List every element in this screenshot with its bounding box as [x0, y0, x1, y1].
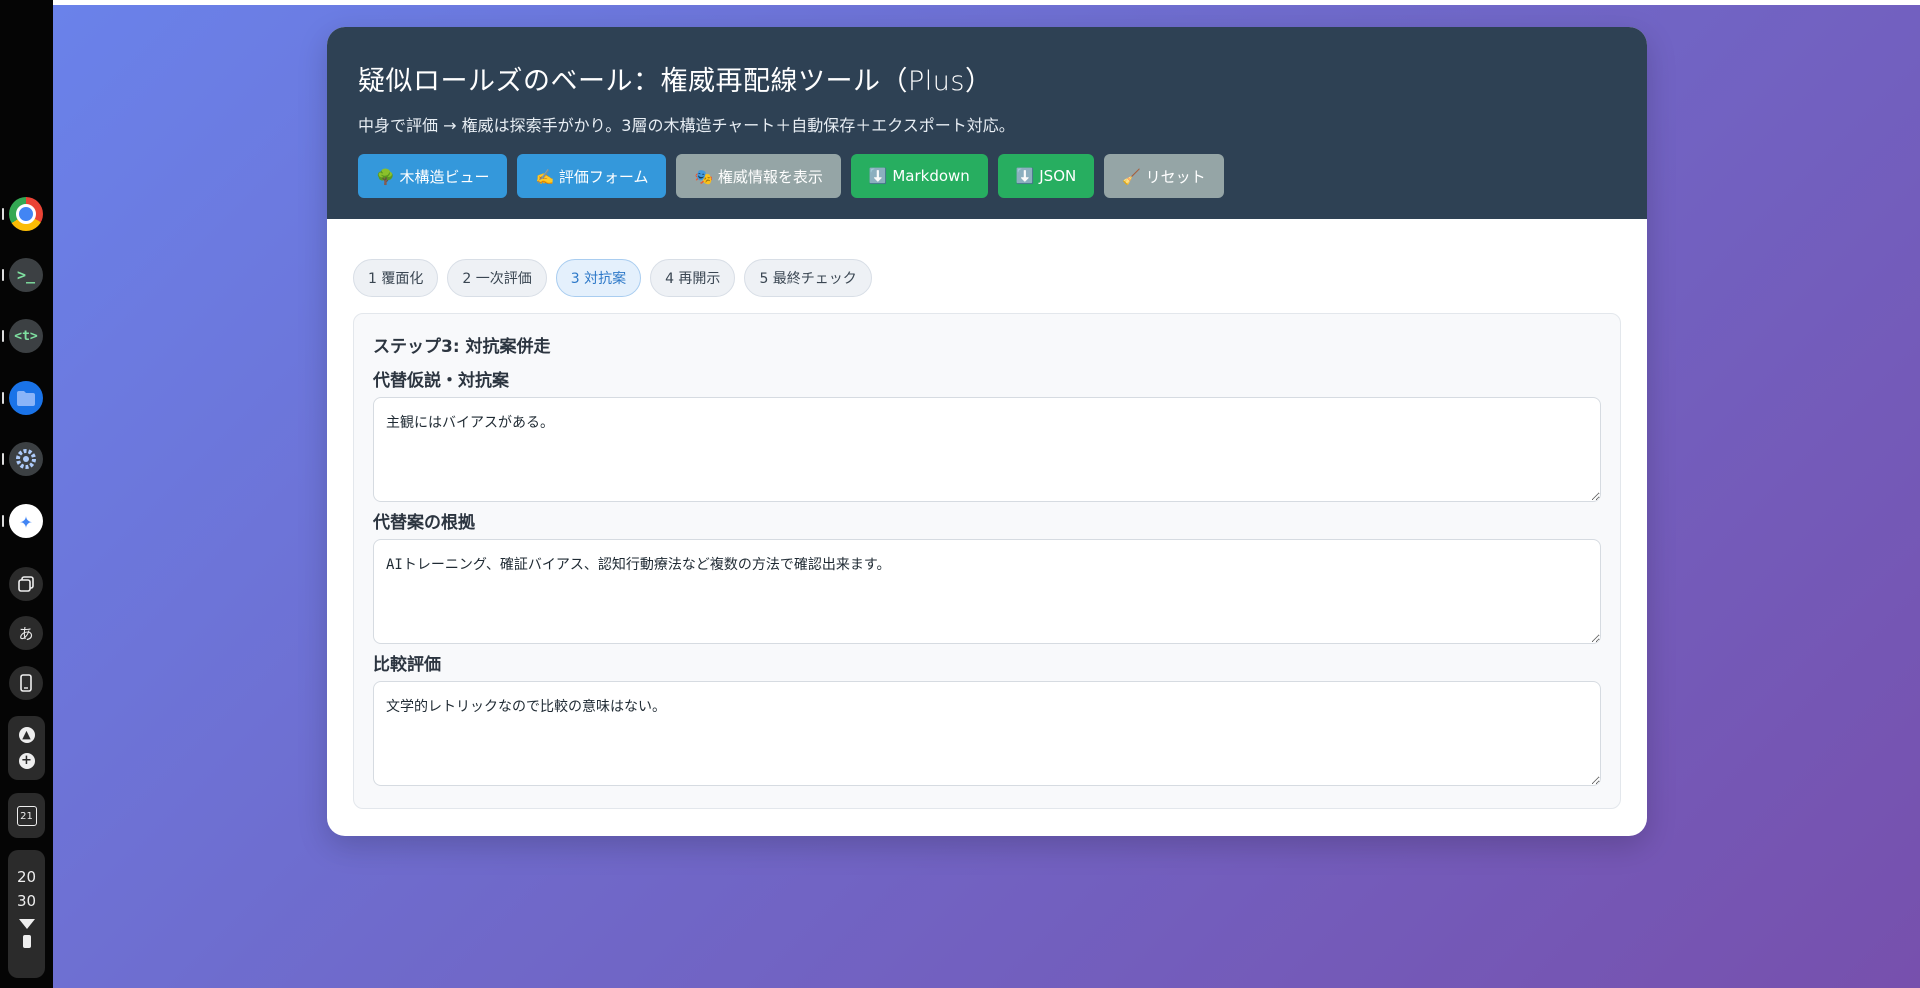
alternative-hypothesis-field[interactable]: 主観にはバイアスがある。 — [373, 397, 1601, 502]
tab-step-1[interactable]: 1 覆面化 — [353, 259, 439, 297]
settings-icon[interactable] — [9, 442, 43, 476]
battery-icon — [22, 935, 31, 948]
shelf-actions-group: ▲ + — [8, 716, 45, 780]
terminal-icon[interactable]: >_ — [9, 258, 43, 292]
wifi-icon — [18, 919, 35, 929]
text-editor-icon[interactable]: <t> — [9, 319, 43, 353]
tab-step-4[interactable]: 4 再開示 — [650, 259, 736, 297]
running-indicator — [2, 515, 4, 527]
step-tabs: 1 覆面化 2 一次評価 3 対抗案 4 再開示 5 最終チェック — [353, 259, 872, 297]
shelf: >_ <t> ✦ あ ▲ + 21 20 30 — [0, 0, 53, 988]
tool-card: 疑似ロールズのベール：権威再配線ツール（Plus） 中身で評価 → 権威は探索手… — [327, 27, 1647, 836]
step-title: ステップ3: 対抗案併走 — [373, 337, 551, 357]
show-authority-button[interactable]: 🎭 権威情報を表示 — [676, 154, 841, 198]
running-indicator — [2, 330, 4, 342]
running-indicator — [2, 208, 4, 220]
comparison-field[interactable]: 文学的レトリックなので比較の意味はない。 — [373, 681, 1601, 786]
status-tray[interactable]: 20 30 — [8, 850, 45, 978]
step-panel: ステップ3: 対抗案併走 代替仮説・対抗案 主観にはバイアスがある。 代替案の根… — [353, 313, 1621, 809]
calendar-widget[interactable]: 21 — [8, 793, 45, 838]
running-indicator — [2, 453, 4, 465]
page-title: 疑似ロールズのベール：権威再配線ツール（Plus） — [358, 66, 993, 97]
comparison-label: 比較評価 — [373, 655, 441, 675]
chrome-icon[interactable] — [9, 197, 43, 231]
clipboard-icon[interactable] — [9, 567, 43, 601]
page-subtitle: 中身で評価 → 権威は探索手がかり。3層の木構造チャート＋自動保存＋エクスポート… — [358, 116, 1015, 135]
add-icon[interactable]: + — [18, 753, 35, 770]
alternative-basis-field[interactable]: AIトレーニング、確証バイアス、認知行動療法など複数の方法で確認出来ます。 — [373, 539, 1601, 644]
tab-step-3[interactable]: 3 対抗案 — [555, 259, 642, 297]
export-markdown-button[interactable]: ⬇️ Markdown — [850, 154, 988, 198]
alternative-hypothesis-label: 代替仮説・対抗案 — [373, 371, 509, 391]
top-edge — [53, 0, 1920, 5]
upload-icon[interactable]: ▲ — [18, 726, 35, 743]
tree-view-button[interactable]: 🌳 木構造ビュー — [358, 154, 508, 198]
running-indicator — [2, 392, 4, 404]
phone-hub-icon[interactable] — [9, 666, 43, 700]
app-header: 疑似ロールズのベール：権威再配線ツール（Plus） 中身で評価 → 権威は探索手… — [327, 27, 1647, 219]
tab-step-5[interactable]: 5 最終チェック — [744, 259, 872, 297]
ime-indicator[interactable]: あ — [9, 616, 43, 650]
files-icon[interactable] — [9, 381, 43, 415]
assistant-icon[interactable]: ✦ — [9, 504, 43, 538]
clock-minute: 30 — [16, 892, 37, 910]
alternative-basis-label: 代替案の根拠 — [373, 513, 475, 533]
calendar-icon: 21 — [16, 805, 37, 826]
clock-hour: 20 — [16, 868, 37, 886]
export-json-button[interactable]: ⬇️ JSON — [997, 154, 1095, 198]
reset-button[interactable]: 🧹 リセット — [1104, 154, 1224, 198]
running-indicator — [2, 269, 4, 281]
eval-form-button[interactable]: ✍️ 評価フォーム — [517, 154, 667, 198]
toolbar: 🌳 木構造ビュー ✍️ 評価フォーム 🎭 権威情報を表示 ⬇️ Markdown… — [358, 154, 1616, 198]
tab-step-2[interactable]: 2 一次評価 — [447, 259, 547, 297]
